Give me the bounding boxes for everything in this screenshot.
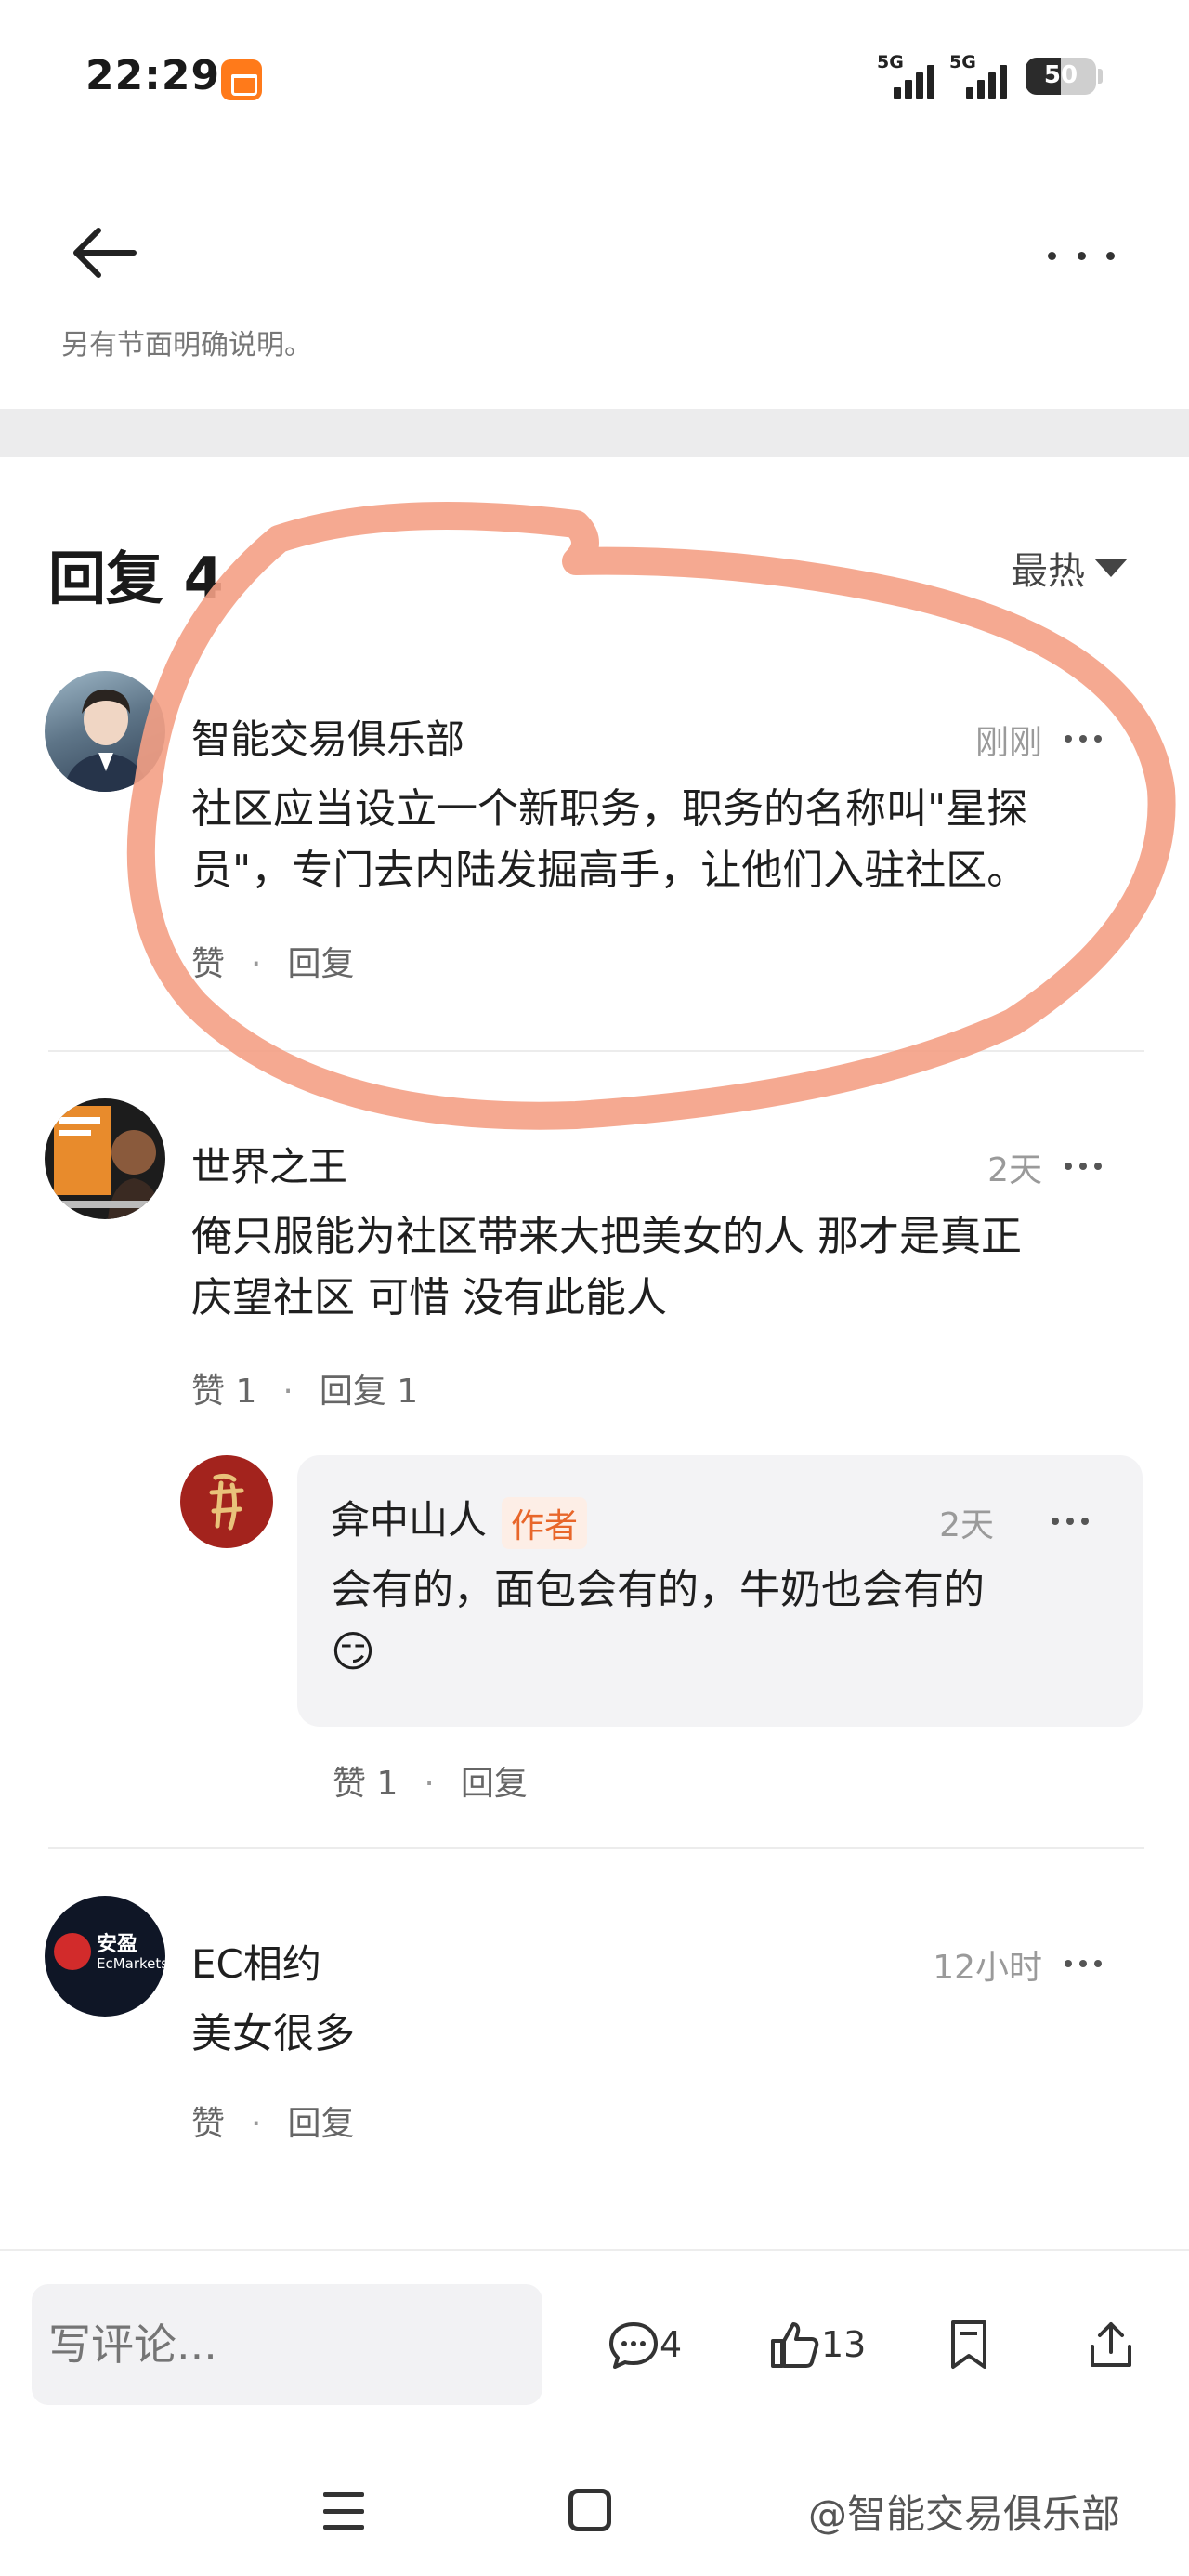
comment-actions: 赞 1 · 回复 1 [191,1373,419,1411]
status-bar: 22:29 5G 5G 50 [0,0,1189,158]
like-button[interactable]: 赞 [191,945,225,983]
share-icon [1091,2322,1131,2367]
caret-down-icon [1094,559,1128,577]
replies-heading: 回复 4 [48,545,224,612]
person-avatar-icon [63,689,149,792]
reply-text: 会有的，面包会有的，牛奶也会有的 😏 [331,1559,985,1682]
comment-text: 社区应当设立一个新职务，职务的名称叫"星探 员"，专门去内陆发掘高手，让他们入驻… [191,779,1027,901]
section-divider [0,409,1189,457]
avatar-logo-text: 安盈 [97,1933,138,1956]
comment-text: 俺只服能为社区带来大把美女的人 那才是真正 庆望社区 可惜 没有此能人 [191,1206,1022,1329]
reply-button[interactable]: 回复 1 [320,1373,418,1411]
comment-time: 12小时 [933,1949,1042,1987]
comment-more-button[interactable] [1065,732,1102,745]
signal-icon: 5G [877,52,942,99]
comment-divider [48,1847,1144,1849]
avatar[interactable]: 安盈 EcMarkets [45,1896,165,2017]
comment-actions: 赞 · 回复 [191,945,355,983]
comment-text-line: 员"，专门去内陆发掘高手，让他们入驻社区。 [191,847,1028,894]
reply-author-name[interactable]: 弇中山人 [331,1497,487,1543]
reply-button[interactable]: 回复 [287,945,354,983]
comment-more-button[interactable] [1065,1160,1102,1173]
speech-bubble-icon [609,2322,658,2369]
avatar[interactable] [45,1098,165,1219]
calligraphy-seal-icon [209,1473,244,1531]
comment-text: 美女很多 [191,2010,355,2057]
reply-button[interactable]: 回复 [461,1765,528,1803]
home-square-icon[interactable] [568,2489,611,2531]
watermark-text: @智能交易俱乐部 [808,2491,1121,2537]
bookmark-icon [951,2320,986,2369]
like-button[interactable]: 赞 1 [333,1765,398,1803]
comment-count: 4 [660,2324,683,2365]
sort-dropdown[interactable]: 最热 [1011,541,1128,595]
battery-level: 50 [1043,61,1078,89]
share-button[interactable] [1085,2312,1137,2377]
battery-tip [1098,69,1103,84]
comments-button[interactable]: 4 [608,2312,682,2377]
commenter-name[interactable]: EC相约 [191,1933,321,1990]
commenter-name[interactable]: 智能交易俱乐部 [191,708,464,765]
nested-reply: 弇中山人 作者 2天 会有的，面包会有的，牛奶也会有的 😏 [297,1455,1143,1727]
sort-label: 最热 [1011,550,1085,593]
reply-button[interactable]: 回复 [287,2105,354,2143]
comment-input[interactable] [32,2284,542,2405]
arrow-left-icon [73,228,137,278]
avatar[interactable] [45,671,165,792]
reply-more-button[interactable] [1052,1515,1089,1528]
reply-actions: 赞 1 · 回复 [333,1765,528,1803]
comment-time: 刚刚 [974,724,1042,762]
truncated-article-text: 另有节面明确说明。 [61,329,312,357]
logo-mark [54,1933,91,1970]
reply-time: 2天 [939,1506,994,1544]
smirk-emoji: 😏 [331,1626,375,1676]
author-badge: 作者 [502,1496,588,1549]
avatar[interactable] [180,1455,273,1548]
thumbs-up-icon [771,2322,819,2368]
battery-icon: 50 [1026,58,1096,95]
comment-text-line: 俺只服能为社区带来大把美女的人 那才是真正 [191,1213,1022,1260]
menu-icon[interactable] [323,2492,364,2530]
like-count: 13 [821,2324,867,2365]
commenter-name[interactable]: 世界之王 [191,1136,347,1192]
more-options-button[interactable] [1048,232,1115,279]
comment-text-line: 社区应当设立一个新职务，职务的名称叫"星探 [191,785,1028,833]
status-time: 22:29 [85,52,221,99]
comment-time: 2天 [987,1151,1042,1189]
like-button[interactable]: 赞 [191,2105,225,2143]
bookmark-button[interactable] [946,2312,992,2377]
bottom-action-bar: 4 13 [0,2249,1189,2405]
avatar-logo-subtext: EcMarkets [97,1955,165,1972]
reply-text-line: 会有的，面包会有的，牛奶也会有的 [331,1566,985,1613]
signal-icon: 5G [949,52,1014,99]
comment-divider [48,1050,1144,1052]
comment-actions: 赞 · 回复 [191,2105,355,2143]
book-cover-avatar-icon [52,1106,162,1219]
reply-author: 弇中山人 作者 [331,1489,588,1549]
system-nav-bar: @智能交易俱乐部 [0,2435,1189,2576]
like-post-button[interactable]: 13 [769,2312,866,2377]
like-button[interactable]: 赞 1 [191,1373,256,1411]
comment-more-button[interactable] [1065,1957,1102,1970]
comment-text-line: 庆望社区 可惜 没有此能人 [191,1274,667,1321]
shopping-bag-icon [221,59,262,100]
back-button[interactable] [67,219,141,284]
